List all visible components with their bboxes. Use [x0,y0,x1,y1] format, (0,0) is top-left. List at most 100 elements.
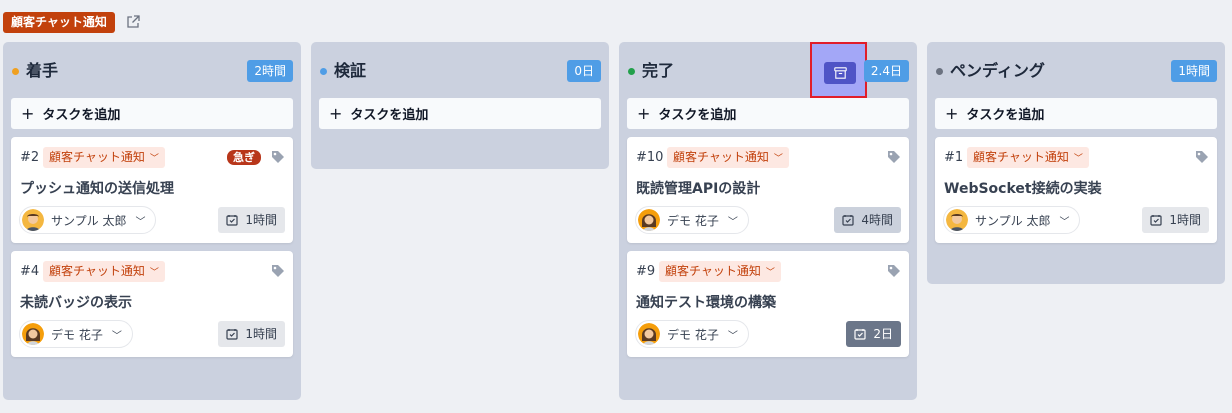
status-dot [320,68,327,75]
task-card[interactable]: #4 顧客チャット通知 ﹀ 未読バッジの表示 デモ 花子 ﹀ 1時間 [11,251,293,357]
avatar [946,209,968,231]
column-time-badge: 2時間 [247,60,293,82]
assignee-name: サンプル 太郎 [51,213,127,228]
estimate-badge[interactable]: 1時間 [218,207,285,233]
assignee-select[interactable]: デモ 花子 ﹀ [635,206,749,234]
avatar [22,209,44,231]
status-dot [628,68,635,75]
avatar [22,323,44,345]
chevron-down-icon: ﹀ [111,330,122,342]
plus-icon: + [945,103,959,123]
add-task-button[interactable]: + タスクを追加 [11,98,293,129]
project-label: 顧客チャット通知 [49,150,145,164]
task-card[interactable]: #1 顧客チャット通知 ﹀ WebSocket接続の実装 サンプル 太郎 ﹀ 1時… [935,137,1217,243]
chevron-down-icon: ﹀ [1073,154,1083,164]
chevron-down-icon: ﹀ [727,330,738,342]
avatar [638,209,660,231]
task-number: #10 [636,150,664,165]
assignee-select[interactable]: サンプル 太郎 ﹀ [19,206,157,234]
column-in-progress: 着手 2時間 + タスクを追加 #2 顧客チャット通知 ﹀ 急ぎ プッシュ通知の送… [3,42,301,400]
add-task-button[interactable]: + タスクを追加 [935,98,1217,129]
project-select[interactable]: 顧客チャット通知 ﹀ [659,261,781,282]
tag-icon[interactable] [887,149,901,163]
plus-icon: + [21,103,35,123]
chevron-down-icon: ﹀ [1059,216,1070,228]
project-label: 顧客チャット通知 [49,264,145,278]
task-title[interactable]: WebSocket接続の実装 [944,178,1102,198]
tag-icon[interactable] [271,263,285,277]
project-select[interactable]: 顧客チャット通知 ﹀ [967,147,1089,168]
column-header: 完了 2.4日 [619,42,917,98]
estimate-badge[interactable]: 4時間 [834,207,901,233]
column-title: ペンディング [950,61,1045,80]
task-title[interactable]: 通知テスト環境の構築 [636,292,776,312]
archive-button[interactable] [824,62,856,84]
calendar-icon [842,215,854,226]
chevron-down-icon: ﹀ [149,154,159,164]
column-header: 着手 2時間 [3,42,301,98]
project-select[interactable]: 顧客チャット通知 ﹀ [43,261,165,282]
tag-icon[interactable] [271,149,285,163]
column-header: 検証 0日 [311,42,609,98]
chevron-down-icon: ﹀ [773,154,783,164]
calendar-icon [1150,215,1162,226]
column-time-badge: 1時間 [1171,60,1217,82]
project-badge[interactable]: 顧客チャット通知 [3,11,115,33]
calendar-icon [854,329,866,340]
plus-icon: + [329,103,343,123]
estimate-label: 4時間 [861,213,893,227]
task-title[interactable]: 未読バッジの表示 [20,292,132,312]
add-task-button[interactable]: + タスクを追加 [627,98,909,129]
estimate-badge[interactable]: 2日 [846,321,901,347]
column-pending: ペンディング 1時間 + タスクを追加 #1 顧客チャット通知 ﹀ WebSock… [927,42,1225,284]
assignee-name: デモ 花子 [51,327,103,342]
add-task-label: タスクを追加 [42,108,121,123]
calendar-icon [226,329,238,340]
assignee-name: デモ 花子 [667,327,719,342]
estimate-badge[interactable]: 1時間 [218,321,285,347]
archive-button-highlight[interactable] [810,42,867,98]
add-task-label: タスクを追加 [966,108,1045,123]
assignee-select[interactable]: デモ 花子 ﹀ [19,320,133,348]
urgent-badge: 急ぎ [227,150,261,165]
assignee-select[interactable]: サンプル 太郎 ﹀ [943,206,1081,234]
task-title[interactable]: 既読管理APIの設計 [636,178,760,198]
assignee-name: デモ 花子 [667,213,719,228]
tag-icon[interactable] [887,263,901,277]
project-label: 顧客チャット通知 [973,150,1069,164]
chevron-down-icon: ﹀ [135,216,146,228]
external-link-icon[interactable] [125,14,141,30]
project-select[interactable]: 顧客チャット通知 ﹀ [667,147,789,168]
status-dot [12,68,19,75]
column-time-badge: 0日 [567,60,601,82]
column-review: 検証 0日 + タスクを追加 [311,42,609,169]
project-label: 顧客チャット通知 [665,264,761,278]
estimate-badge[interactable]: 1時間 [1142,207,1209,233]
chevron-down-icon: ﹀ [727,216,738,228]
assignee-name: サンプル 太郎 [975,213,1051,228]
avatar [638,323,660,345]
project-label: 顧客チャット通知 [673,150,769,164]
chevron-down-icon: ﹀ [765,268,775,278]
topbar: 顧客チャット通知 [3,11,141,33]
project-select[interactable]: 顧客チャット通知 ﹀ [43,147,165,168]
add-task-button[interactable]: + タスクを追加 [319,98,601,129]
task-card[interactable]: #9 顧客チャット通知 ﹀ 通知テスト環境の構築 デモ 花子 ﹀ 2日 [627,251,909,357]
calendar-icon [226,215,238,226]
chevron-down-icon: ﹀ [149,268,159,278]
task-number: #4 [20,264,40,279]
task-title[interactable]: プッシュ通知の送信処理 [20,178,174,198]
task-card[interactable]: #2 顧客チャット通知 ﹀ 急ぎ プッシュ通知の送信処理 サンプル 太郎 ﹀ 1時… [11,137,293,243]
task-number: #2 [20,150,40,165]
task-card[interactable]: #10 顧客チャット通知 ﹀ 既読管理APIの設計 デモ 花子 ﹀ 4時間 [627,137,909,243]
assignee-select[interactable]: デモ 花子 ﹀ [635,320,749,348]
column-header: ペンディング 1時間 [927,42,1225,98]
add-task-label: タスクを追加 [350,108,429,123]
estimate-label: 2日 [873,327,893,341]
column-title: 完了 [642,61,675,80]
task-number: #1 [944,150,964,165]
plus-icon: + [637,103,651,123]
estimate-label: 1時間 [1169,213,1201,227]
estimate-label: 1時間 [245,327,277,341]
tag-icon[interactable] [1195,149,1209,163]
